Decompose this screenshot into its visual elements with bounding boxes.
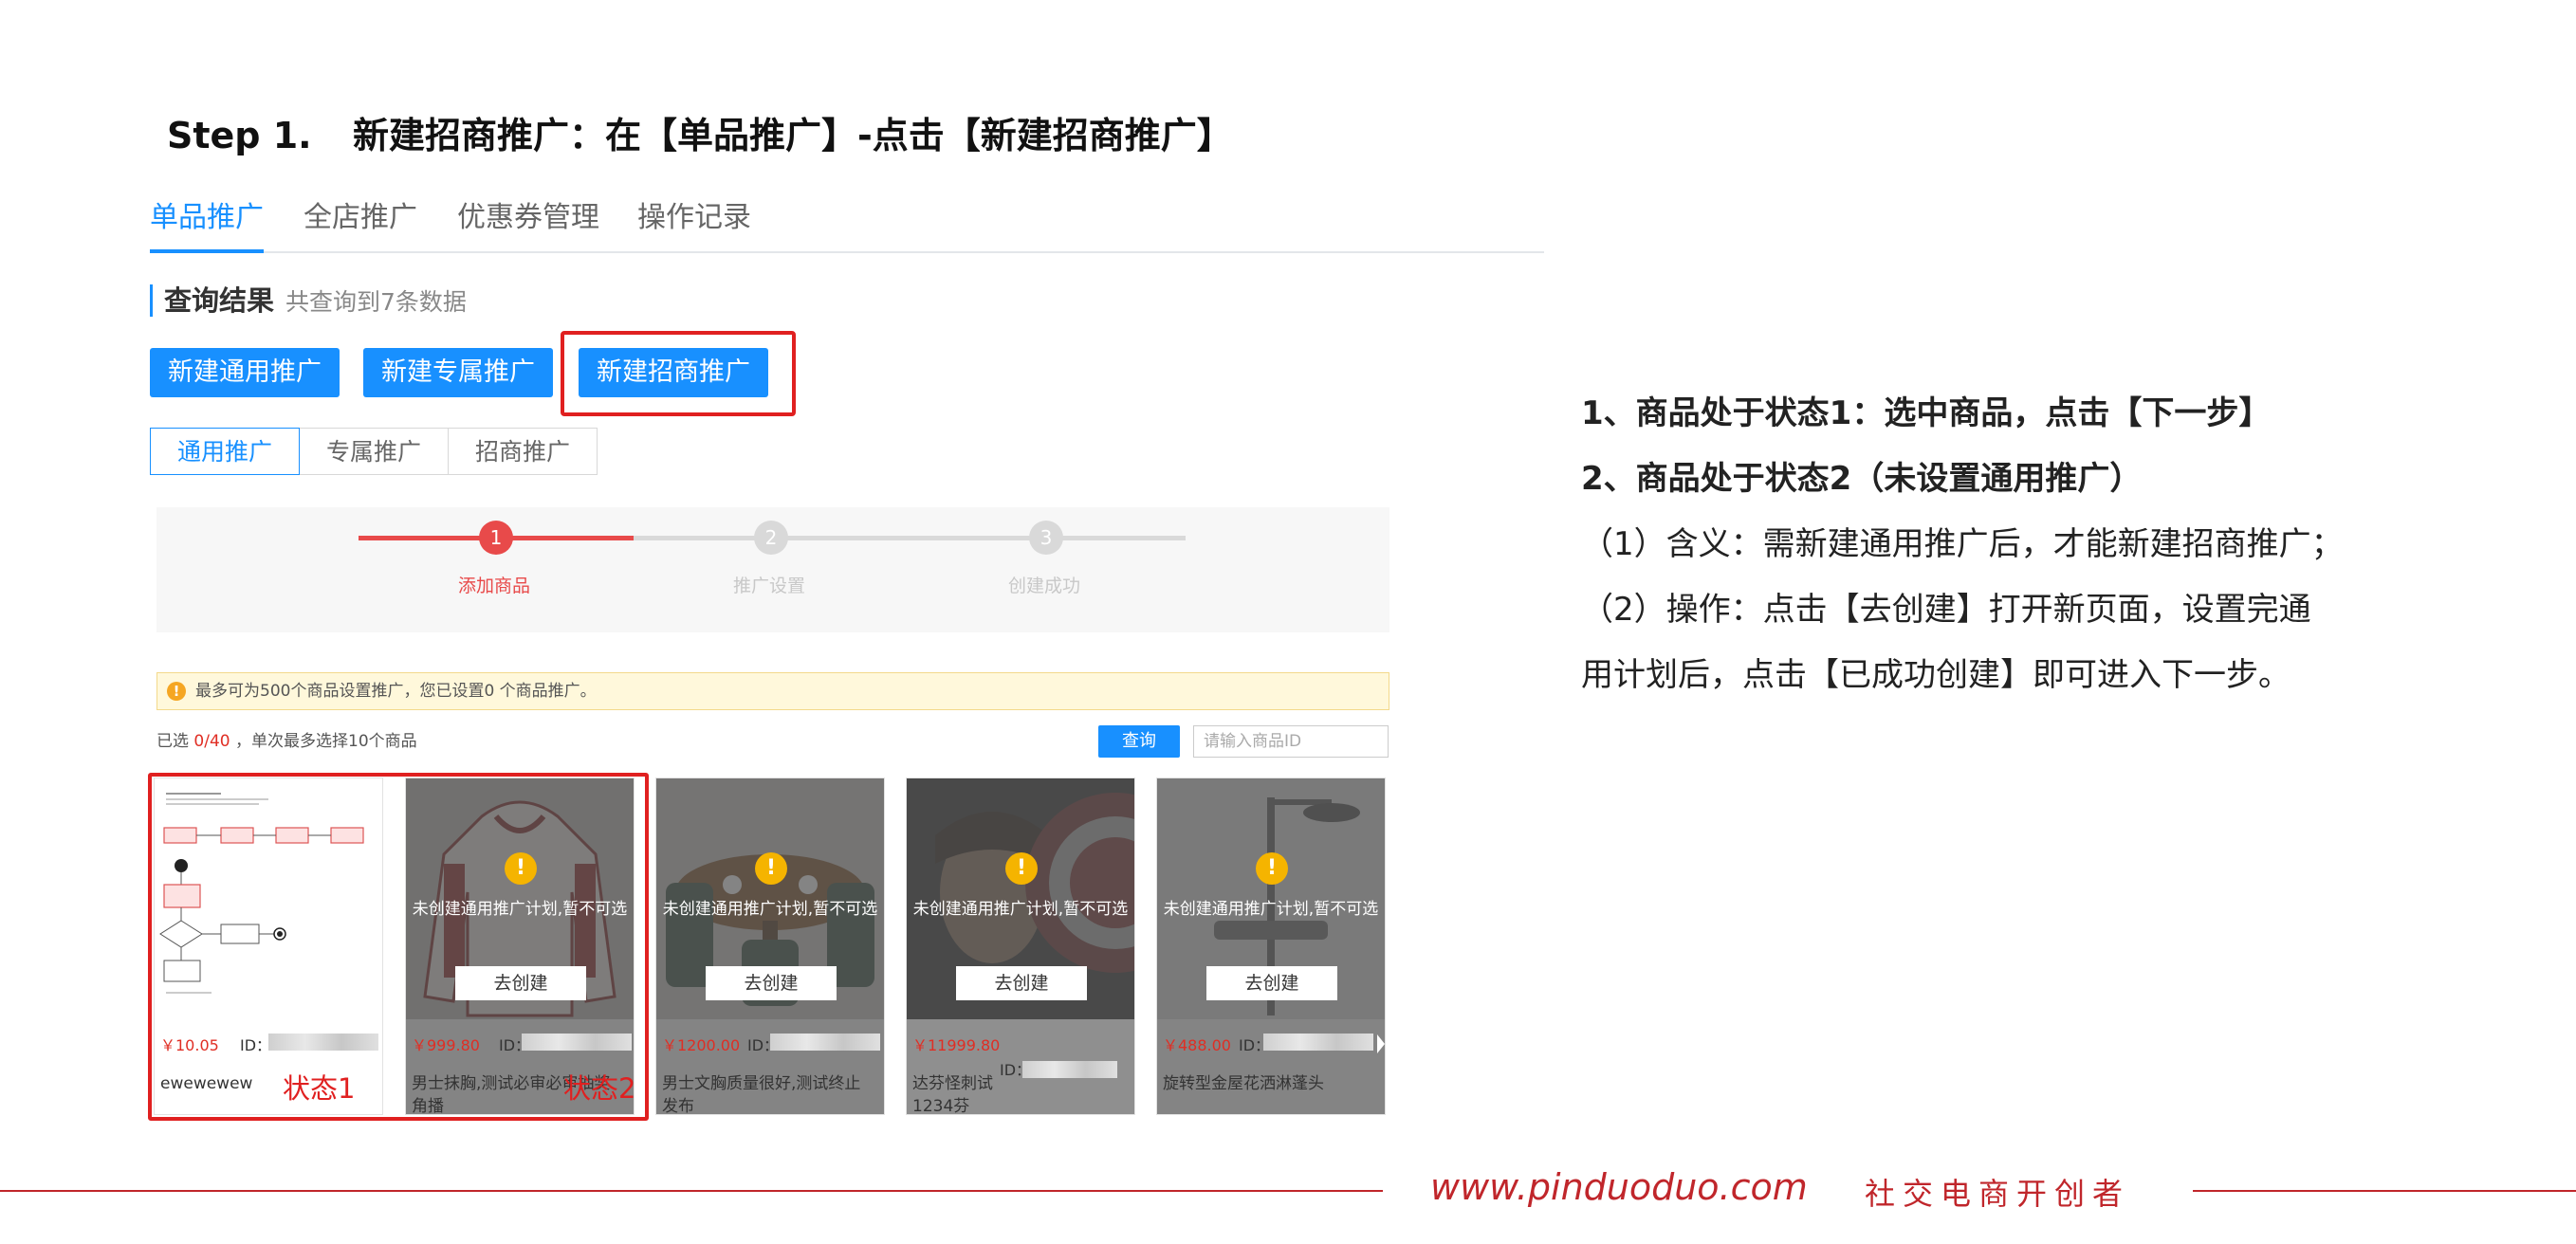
highlight-box	[561, 331, 796, 416]
product-id-masked	[770, 1034, 880, 1051]
product-price: ￥11999.80	[912, 1036, 1001, 1054]
query-result-bar: 查询结果 共查询到7条数据	[150, 284, 467, 317]
step-1-label: 添加商品	[458, 576, 531, 596]
progress-line-pending	[634, 536, 1186, 540]
step-progress: 1 2 3 添加商品 推广设置 创建成功	[156, 507, 1389, 632]
subtab-exclusive[interactable]: 专属推广	[299, 428, 449, 475]
unavailable-message: 未创建通用推广计划,暂不可选	[912, 900, 1129, 919]
footer-url[interactable]: www.pinduoduo.com	[1430, 1166, 1808, 1208]
notice-text: 最多可为500个商品设置推广，您已设置0 个商品推广。	[195, 682, 597, 701]
warning-icon: !	[1005, 852, 1038, 885]
go-create-button[interactable]: 去创建	[1206, 966, 1337, 1000]
product-name: 男士文胸质量很好,测试终止发布	[662, 1074, 861, 1115]
step-3-dot: 3	[1029, 521, 1063, 555]
note-line: 用计划后，点击【已成功创建】即可进入下一步。	[1581, 656, 2291, 694]
query-result-title: 查询结果	[164, 284, 275, 317]
product-card[interactable]: ! 未创建通用推广计划,暂不可选 去创建 ￥488.00 ID： 旋转型金屋花洒…	[1156, 778, 1386, 1115]
warning-icon: !	[755, 852, 787, 885]
go-create-button[interactable]: 去创建	[956, 966, 1087, 1000]
subtab-merchant[interactable]: 招商推广	[448, 428, 598, 475]
step-2-dot: 2	[754, 521, 788, 555]
promotion-tabs: 单品推广 全店推广 优惠券管理 操作记录	[150, 194, 1544, 253]
tab-coupon[interactable]: 优惠券管理	[457, 194, 599, 251]
unavailable-message: 未创建通用推广计划,暂不可选	[662, 900, 878, 919]
step-3-label: 创建成功	[1008, 576, 1081, 596]
instruction-notes: 1、商品处于状态1：选中商品，点击【下一步】 2、商品处于状态2（未设置通用推广…	[1581, 381, 2530, 708]
product-price: ￥488.00	[1163, 1036, 1231, 1054]
note-line: 2、商品处于状态2（未设置通用推广）	[1581, 460, 2143, 498]
next-arrow-icon[interactable]	[1377, 1034, 1385, 1053]
new-general-promotion-button[interactable]: 新建通用推广	[150, 348, 340, 397]
tab-single-product[interactable]: 单品推广	[150, 194, 264, 253]
product-name: 旋转型金屋花洒淋蓬头	[1163, 1074, 1324, 1093]
product-name: 达芬怪刺试1234芬	[912, 1074, 993, 1115]
warning-icon: !	[1256, 852, 1288, 885]
step-1-dot: 1	[479, 521, 513, 555]
note-line: （2）操作：点击【去创建】打开新页面，设置完通	[1581, 591, 2311, 629]
state-2-label: 状态2	[563, 1072, 636, 1105]
product-price: ￥1200.00	[662, 1036, 741, 1054]
footer-divider-right	[2193, 1190, 2576, 1192]
query-result-count: 共查询到7条数据	[285, 288, 467, 316]
product-id-masked	[1022, 1061, 1117, 1078]
selection-prefix: 已选	[156, 732, 194, 751]
product-id-search-input[interactable]	[1193, 725, 1389, 758]
product-card[interactable]: ! 未创建通用推广计划,暂不可选 去创建 ￥11999.80 ID： 达芬怪刺试…	[906, 778, 1135, 1115]
unavailable-message: 未创建通用推广计划,暂不可选	[1163, 900, 1379, 919]
limit-notice: ! 最多可为500个商品设置推广，您已设置0 个商品推广。	[156, 672, 1389, 710]
selection-info: 已选 0/40 ，单次最多选择10个商品	[156, 730, 417, 753]
promotion-type-tabs: 通用推广 专属推广 招商推广	[150, 428, 598, 477]
state-1-label: 状态1	[283, 1072, 356, 1105]
step-2-label: 推广设置	[733, 576, 806, 596]
query-button[interactable]: 查询	[1098, 725, 1180, 758]
selection-count: 0/40	[193, 732, 230, 751]
step-title-text: 新建招商推广：在【单品推广】-点击【新建招商推广】	[353, 115, 1233, 156]
step-number: Step 1.	[167, 115, 312, 156]
unavailable-overlay	[656, 778, 884, 1114]
step-heading: Step 1. 新建招商推广：在【单品推广】-点击【新建招商推广】	[167, 106, 1233, 158]
note-line: 1、商品处于状态1：选中商品，点击【下一步】	[1581, 394, 2272, 432]
product-id-masked	[1263, 1034, 1373, 1051]
selection-suffix: ，单次最多选择10个商品	[230, 732, 417, 751]
product-card[interactable]: ! 未创建通用推广计划,暂不可选 去创建 ￥1200.00 ID： 男士文胸质量…	[655, 778, 885, 1115]
subtab-general[interactable]: 通用推广	[150, 428, 300, 475]
warning-icon: !	[167, 682, 186, 701]
unavailable-overlay	[1157, 778, 1385, 1114]
footer-divider-left	[0, 1190, 1383, 1192]
footer-slogan: 社交电商开创者	[1865, 1176, 2131, 1212]
go-create-button[interactable]: 去创建	[706, 966, 837, 1000]
tab-operation-log[interactable]: 操作记录	[637, 194, 751, 251]
note-line: （1）含义：需新建通用推广后，才能新建招商推广；	[1581, 525, 2344, 563]
new-exclusive-promotion-button[interactable]: 新建专属推广	[363, 348, 553, 397]
tab-store[interactable]: 全店推广	[304, 194, 417, 251]
